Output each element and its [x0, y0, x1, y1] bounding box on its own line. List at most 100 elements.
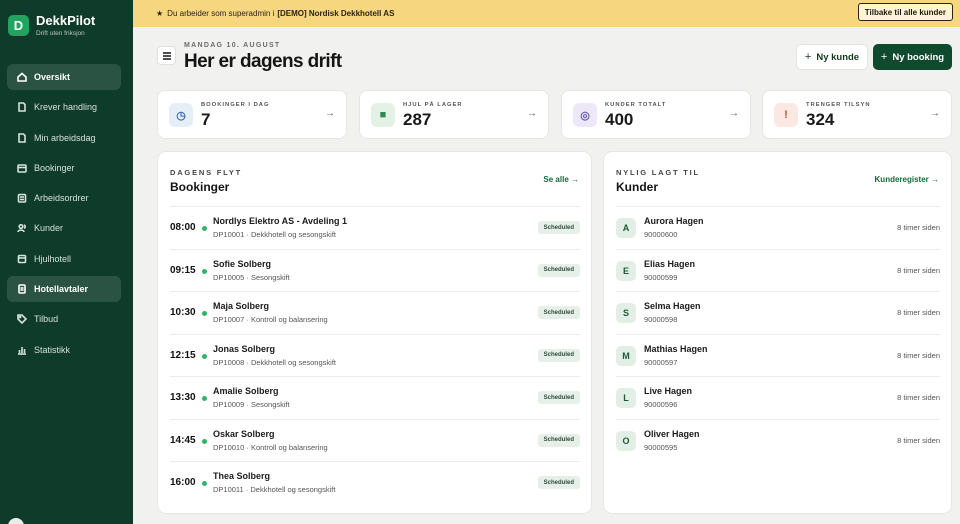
sidebar-item-oversikt[interactable]: Oversikt	[7, 64, 121, 90]
file-icon	[16, 102, 27, 113]
added-time: 8 timer siden	[897, 223, 940, 232]
sidebar-item-hotellavtaler[interactable]: Hotellavtaler	[7, 276, 121, 303]
new-customer-button[interactable]: + Ny kunde	[796, 44, 868, 70]
customers-title: Kunder	[616, 180, 658, 194]
customer-row[interactable]: M Mathias Hagen 90000597 8 timer siden	[616, 333, 940, 377]
status-badge: Scheduled	[537, 306, 580, 319]
customer-name: Oliver Hagen	[644, 428, 700, 439]
customer-name: Mathias Hagen	[644, 343, 708, 354]
status-dot	[202, 268, 207, 274]
customer-name: Live Hagen	[644, 386, 693, 396]
status-badge: Scheduled	[537, 476, 580, 489]
stat-card[interactable]: ■ HJUL PÅ LAGER 287 →	[359, 90, 549, 139]
stat-label: KUNDER TOTALT	[605, 102, 667, 108]
booking-details: DP10009 · Sesongskift	[213, 400, 290, 409]
status-dot	[202, 226, 207, 231]
status-badge: Scheduled	[537, 391, 580, 404]
sidebar-item-label: Arbeidsordrer	[34, 193, 89, 204]
booking-row[interactable]: 16:00 Thea Solberg DP10011 · Dekkhotell og…	[170, 461, 580, 504]
sidebar: D DekkPilot Drift uten friksjon Oversikt…	[0, 0, 133, 524]
arrow-right-icon: →	[527, 108, 537, 119]
users-icon	[16, 223, 27, 234]
booking-customer: Sofie Solberg	[213, 258, 272, 269]
sidebar-item-bookinger[interactable]: Bookinger	[7, 155, 121, 181]
booking-row[interactable]: 13:30 Amalie Solberg DP10009 · Sesongskift…	[170, 376, 580, 419]
tag-icon	[16, 314, 27, 325]
status-dot	[202, 311, 207, 316]
stat-label: BOOKINGER I DAG	[201, 102, 270, 108]
sidebar-item-label: Bookinger	[34, 162, 75, 173]
booking-customer: Oskar Solberg	[213, 428, 275, 439]
customer-row[interactable]: E Elias Hagen 90000599 8 timer siden	[616, 248, 940, 292]
sidebar-item-label: Kunder	[34, 223, 64, 234]
avatar: L	[616, 388, 636, 408]
booking-details: DP10010 · Kontroll og balansering	[213, 442, 328, 452]
sidebar-item-arbeidsordrer[interactable]: Arbeidsordrer	[7, 185, 121, 211]
arrow-right-icon: →	[930, 108, 940, 119]
sidebar-item-tilbud[interactable]: Tilbud	[7, 306, 121, 332]
stat-value: 324	[806, 110, 835, 129]
booking-customer: Jonas Solberg	[213, 343, 276, 354]
sidebar-item-hjulhotell[interactable]: Hjulhotell	[7, 246, 121, 272]
sidebar-item-label: Tilbud	[34, 314, 59, 325]
customer-register-link[interactable]: Kunderegister →	[875, 175, 939, 184]
new-booking-button[interactable]: + Ny booking	[873, 44, 952, 70]
customer-row[interactable]: L Live Hagen 90000596 8 timer siden	[616, 376, 940, 419]
sidebar-item-min-arbeidsdag[interactable]: Min arbeidsdag	[7, 125, 121, 151]
banner-prefix: Du arbeider som superadmin i	[167, 9, 275, 18]
booking-row[interactable]: 10:30 Maja Solberg DP10007 · Kontroll og b…	[170, 291, 580, 334]
menu-toggle-button[interactable]	[157, 46, 176, 65]
customer-row[interactable]: O Oliver Hagen 90000595 8 timer siden	[616, 418, 940, 462]
sidebar-nav: Oversikt Krever handling Min arbeidsdag Boo…	[7, 64, 121, 367]
box-icon: ■	[371, 103, 395, 127]
plus-icon: +	[804, 51, 812, 63]
added-time: 8 timer siden	[897, 308, 940, 317]
status-badge: Scheduled	[537, 433, 580, 447]
sidebar-item-label: Min arbeidsdag	[34, 132, 96, 143]
user-avatar[interactable]	[8, 518, 24, 524]
stat-card[interactable]: ◷ BOOKINGER I DAG 7 →	[157, 90, 347, 139]
sidebar-item-label: Oversikt	[34, 72, 71, 82]
sidebar-item-krever-handling[interactable]: Krever handling	[7, 94, 121, 120]
booking-time: 13:30	[170, 392, 196, 403]
booking-row[interactable]: 08:00 Nordlys Elektro AS - Avdeling 1 DP10…	[170, 206, 580, 249]
stat-label: TRENGER TILSYN	[806, 102, 871, 108]
brand[interactable]: D DekkPilot Drift uten friksjon	[8, 14, 95, 37]
booking-time: 14:45	[170, 434, 196, 446]
bookings-list: 08:00 Nordlys Elektro AS - Avdeling 1 DP10…	[170, 206, 580, 504]
back-to-customers-button[interactable]: Tilbake til alle kunder	[857, 3, 953, 21]
customer-phone: 90000595	[644, 442, 678, 452]
booking-customer: Thea Solberg	[213, 471, 271, 481]
booking-row[interactable]: 14:45 Oskar Solberg DP10010 · Kontroll og …	[170, 418, 580, 462]
document-icon	[16, 284, 27, 295]
arrow-right-icon: →	[325, 108, 335, 119]
menu-icon	[162, 51, 171, 60]
customer-name: Elias Hagen	[644, 258, 696, 269]
box-icon	[16, 253, 27, 264]
sidebar-item-statistikk[interactable]: Statistikk	[7, 337, 121, 363]
status-dot	[202, 396, 207, 401]
brand-tagline: Drift uten friksjon	[36, 30, 85, 37]
see-all-bookings-link[interactable]: Se alle →	[543, 175, 579, 184]
customer-phone: 90000598	[644, 315, 678, 324]
arrow-right-icon: →	[729, 108, 739, 119]
stat-card[interactable]: ◎ KUNDER TOTALT 400 →	[561, 90, 751, 139]
sidebar-item-kunder[interactable]: Kunder	[7, 215, 121, 241]
customer-name: Selma Hagen	[644, 301, 701, 311]
booking-row[interactable]: 09:15 Sofie Solberg DP10005 · Sesongskift S…	[170, 248, 580, 292]
added-time: 8 timer siden	[897, 393, 940, 402]
file-icon	[16, 132, 27, 143]
avatar: A	[616, 218, 636, 238]
customer-row[interactable]: A Aurora Hagen 90000600 8 timer siden	[616, 206, 940, 249]
calendar-icon	[16, 162, 27, 173]
avatar: S	[616, 303, 636, 323]
stat-value: 400	[605, 110, 634, 129]
superadmin-banner: ★ Du arbeider som superadmin i [DEMO] No…	[133, 0, 960, 27]
bookings-title: Bookinger	[170, 180, 230, 194]
booking-row[interactable]: 12:15 Jonas Solberg DP10008 · Dekkhotell o…	[170, 333, 580, 377]
customer-row[interactable]: S Selma Hagen 90000598 8 timer siden	[616, 291, 940, 334]
status-dot	[202, 438, 207, 444]
stat-card[interactable]: ! TRENGER TILSYN 324 →	[762, 90, 952, 139]
booking-time: 09:15	[170, 264, 196, 276]
customer-phone: 90000600	[644, 230, 678, 239]
